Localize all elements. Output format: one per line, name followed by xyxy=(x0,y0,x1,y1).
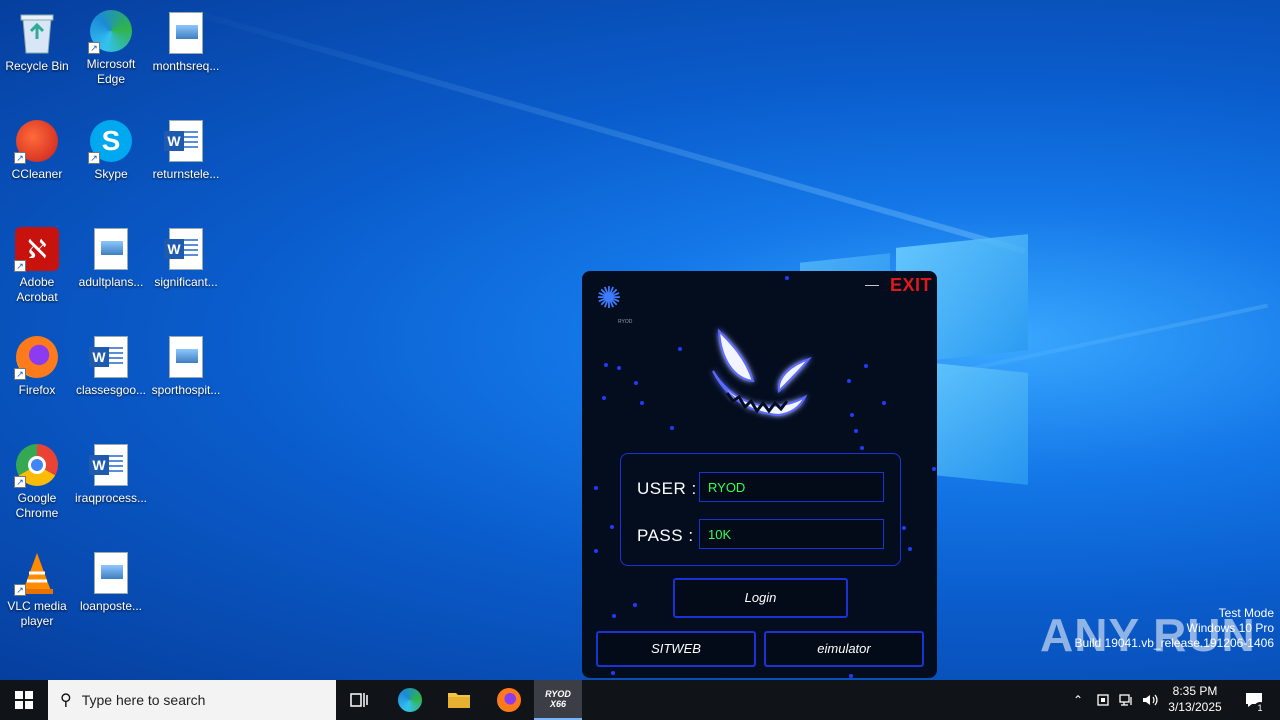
desktop-icon-skype[interactable]: S ↗ Skype xyxy=(74,118,148,182)
desktop-icon-adultplans[interactable]: adultplans... xyxy=(74,226,148,290)
taskbar-search-box[interactable]: ⚲ Type here to search xyxy=(48,680,336,720)
dragon-logo-icon: ✺ xyxy=(596,282,622,315)
desktop-icon-chrome[interactable]: ↗ Google Chrome xyxy=(0,442,74,521)
word-file-icon: W xyxy=(163,118,209,164)
sitweb-button[interactable]: SITWEB xyxy=(596,631,756,667)
clock[interactable]: 8:35 PM 3/13/2025 xyxy=(1164,683,1226,715)
watermark-line: Build 19041.vb_release.191206-1406 xyxy=(1074,636,1275,650)
search-icon: ⚲ xyxy=(60,692,72,709)
desktop-icon-significant[interactable]: W significant... xyxy=(149,226,223,290)
desktop-icon-label: monthsreq... xyxy=(152,59,220,73)
watermark-line: Test Mode xyxy=(1218,606,1274,620)
pass-label: PASS : xyxy=(637,526,694,545)
notification-count: 1 xyxy=(1254,702,1266,714)
image-file-icon xyxy=(163,334,209,380)
watermark-line: Windows 10 Pro xyxy=(1186,621,1274,635)
desktop-icon-label: CCleaner xyxy=(11,167,63,181)
vlc-icon: ↗ xyxy=(14,550,60,596)
taskbar-ryod-app[interactable]: RYOD X66 xyxy=(534,680,582,720)
edge-icon xyxy=(398,688,422,712)
show-hidden-icons-button[interactable]: ⌃ xyxy=(1066,680,1090,720)
exit-button[interactable]: EXIT xyxy=(890,275,932,296)
desktop-icon-label: returnstele... xyxy=(152,167,220,181)
ccleaner-icon: ↗ xyxy=(14,118,60,164)
desktop-icon-sporthospit[interactable]: sporthospit... xyxy=(149,334,223,398)
desktop-icon-label: loanposte... xyxy=(79,599,143,613)
desktop-icon-label: Firefox xyxy=(18,383,56,397)
desktop-icon-label: sporthospit... xyxy=(151,383,221,397)
light-beam xyxy=(159,0,1026,254)
taskbar-file-explorer[interactable] xyxy=(435,680,483,720)
desktop-icon-firefox[interactable]: ↗ Firefox xyxy=(0,334,74,398)
taskbar-edge[interactable] xyxy=(386,680,434,720)
volume-button[interactable] xyxy=(1140,680,1162,720)
desktop-icon-label: Recycle Bin xyxy=(5,59,69,73)
desktop-icon-label: adultplans... xyxy=(78,275,144,289)
clock-date: 3/13/2025 xyxy=(1168,700,1222,714)
firefox-icon: ↗ xyxy=(14,334,60,380)
desktop-icon-monthsreq[interactable]: monthsreq... xyxy=(149,10,223,74)
desktop-icon-ccleaner[interactable]: ↗ CCleaner xyxy=(0,118,74,182)
desktop-icon-recycle-bin[interactable]: Recycle Bin xyxy=(0,10,74,74)
desktop-icon-label: iraqprocess... xyxy=(74,491,148,505)
grinning-face-icon xyxy=(712,328,812,417)
desktop-icon-adobe-acrobat[interactable]: ℵ ↗ Adobe Acrobat xyxy=(0,226,74,305)
task-view-button[interactable] xyxy=(336,680,384,720)
word-file-icon: W xyxy=(163,226,209,272)
desktop-icon-label: Skype xyxy=(94,167,128,181)
taskbar: ⚲ Type here to search RYOD X66 ⌃ 8:35 PM… xyxy=(0,680,1280,720)
tray-device-icon[interactable] xyxy=(1092,680,1114,720)
login-button[interactable]: Login xyxy=(673,578,848,618)
test-mode-watermark: Test Mode Windows 10 Pro Build 19041.vb_… xyxy=(1075,606,1275,651)
task-view-icon xyxy=(350,693,368,707)
desktop-icon-label: Adobe Acrobat xyxy=(16,275,58,304)
image-file-icon xyxy=(88,550,134,596)
pass-input[interactable] xyxy=(699,519,884,549)
taskbar-firefox[interactable] xyxy=(485,680,533,720)
chevron-up-icon: ⌃ xyxy=(1072,693,1084,707)
recycle-bin-icon xyxy=(14,10,60,56)
edge-icon: ↗ xyxy=(88,8,134,54)
speaker-icon xyxy=(1143,694,1158,706)
desktop-icon-returnstele[interactable]: W returnstele... xyxy=(149,118,223,182)
user-label: USER : xyxy=(637,479,697,498)
ryod-app-icon: RYOD X66 xyxy=(545,689,571,709)
folder-icon xyxy=(448,693,470,708)
firefox-icon xyxy=(497,688,521,712)
desktop-icon-label: Microsoft Edge xyxy=(86,57,136,86)
logo-caption: RYOD xyxy=(618,319,633,325)
user-input[interactable] xyxy=(699,472,884,502)
ryod-login-window: ✺ RYOD — EXIT USER : PASS : Login SITWEB… xyxy=(582,271,937,678)
image-file-icon xyxy=(163,10,209,56)
minimize-button[interactable]: — xyxy=(865,277,879,291)
skype-icon: S ↗ xyxy=(88,118,134,164)
desktop-icon-loanposte[interactable]: loanposte... xyxy=(74,550,148,614)
desktop-icon-label: VLC media player xyxy=(7,599,67,628)
start-button[interactable] xyxy=(0,680,48,720)
acrobat-icon: ℵ ↗ xyxy=(14,226,60,272)
windows-icon xyxy=(15,691,33,709)
usb-device-icon xyxy=(1097,694,1109,706)
network-icon xyxy=(1119,694,1132,706)
image-file-icon xyxy=(88,226,134,272)
login-form: USER : PASS : xyxy=(620,453,901,566)
search-placeholder: Type here to search xyxy=(81,692,206,708)
word-file-icon: W xyxy=(88,334,134,380)
desktop-icon-label: significant... xyxy=(154,275,218,289)
desktop-icon-classesgoo[interactable]: W classesgoo... xyxy=(74,334,148,398)
network-button[interactable] xyxy=(1116,680,1138,720)
chrome-icon: ↗ xyxy=(14,442,60,488)
word-file-icon: W xyxy=(88,442,134,488)
desktop-icon-label: classesgoo... xyxy=(75,383,147,397)
emulator-button[interactable]: eimulator xyxy=(764,631,924,667)
desktop-icon-vlc[interactable]: ↗ VLC media player xyxy=(0,550,74,629)
clock-time: 8:35 PM xyxy=(1172,684,1218,698)
desktop-icon-iraqprocess[interactable]: W iraqprocess... xyxy=(74,442,148,506)
desktop-icon-label: Google Chrome xyxy=(15,491,59,520)
desktop-icon-edge[interactable]: ↗ Microsoft Edge xyxy=(74,8,148,87)
action-center-button[interactable]: 1 xyxy=(1234,680,1274,720)
